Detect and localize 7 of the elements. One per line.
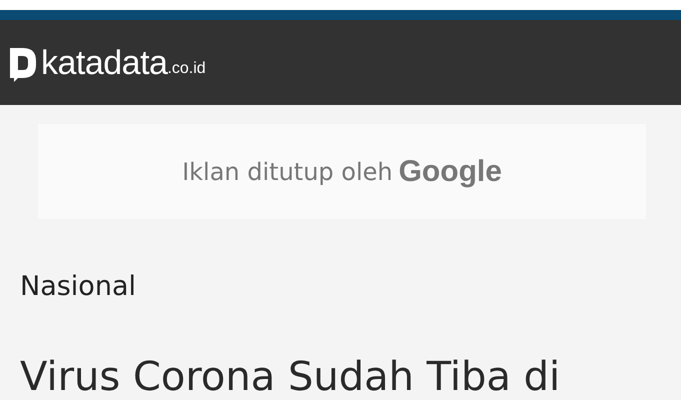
- article-headline: Virus Corona Sudah Tiba di: [20, 354, 562, 400]
- ad-brand: Google: [398, 154, 502, 188]
- ad-notice: Iklan ditutup oleh: [182, 158, 393, 186]
- logo-icon: [10, 48, 36, 82]
- article-category[interactable]: Nasional: [20, 271, 136, 302]
- logo-domain[interactable]: .co.id: [167, 60, 206, 78]
- logo-text[interactable]: katadata: [41, 46, 168, 80]
